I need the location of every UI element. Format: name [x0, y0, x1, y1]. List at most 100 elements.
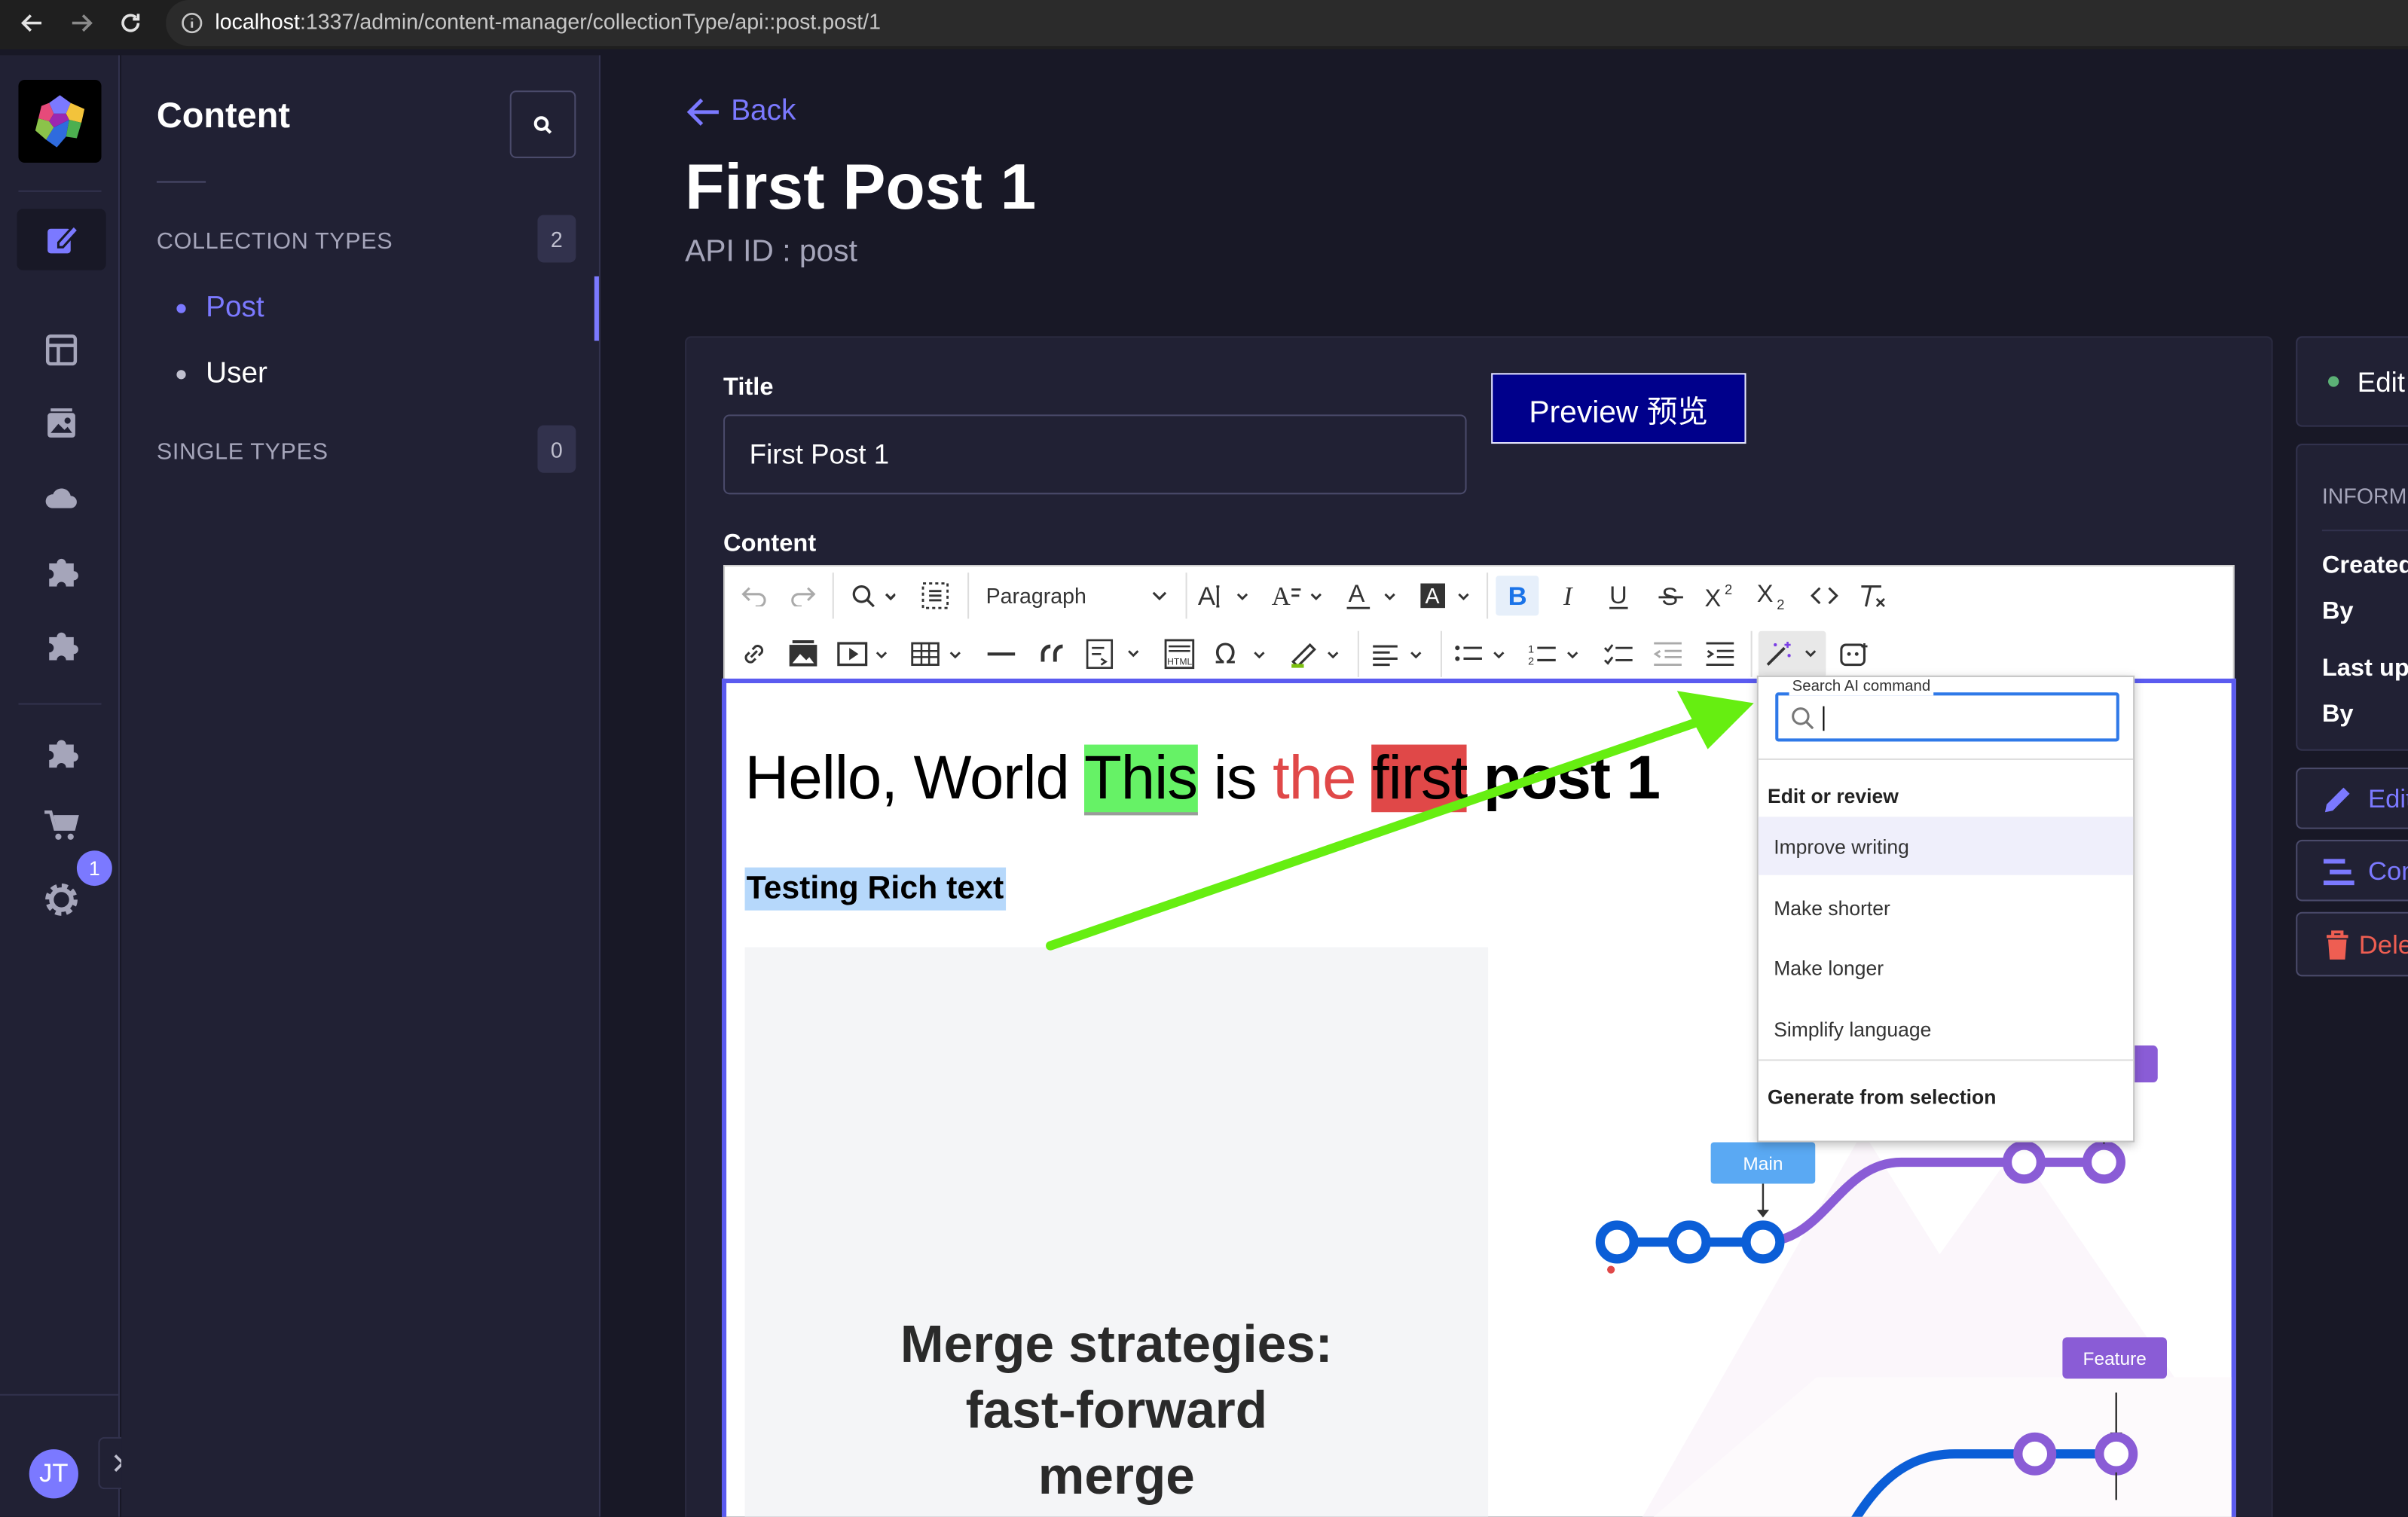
nav-item-label: Post — [206, 291, 264, 325]
ai-search-legend: Search AI command — [1789, 678, 1934, 696]
created-label: Created — [2321, 552, 2408, 579]
preview-button[interactable]: Preview 预览 — [1491, 373, 1746, 444]
edit-button-label: Edit — [2368, 784, 2408, 814]
ai-menu-make-shorter[interactable]: Make shorter — [1759, 878, 2133, 936]
text-cursor — [1823, 706, 1825, 731]
svg-text:A: A — [1272, 582, 1291, 609]
main-branch-tag: Main — [1710, 1142, 1816, 1184]
plugin-puzzle-icon[interactable] — [37, 547, 86, 596]
delete-entry-button[interactable]: Dele — [2296, 911, 2408, 977]
collection-types-label: COLLECTION TYPES — [156, 228, 393, 255]
strapi-logo[interactable] — [18, 79, 102, 163]
edit-model-button[interactable]: Edit — [2296, 768, 2408, 829]
feather-pen-icon — [44, 221, 81, 258]
code-icon[interactable] — [1803, 575, 1846, 615]
font-family-icon[interactable]: A — [1269, 575, 1331, 615]
content-subnav: Content COLLECTION TYPES 2 Post User SIN… — [121, 55, 600, 1517]
ai-menu-improve-writing[interactable]: Improve writing — [1758, 816, 2134, 875]
table-icon[interactable] — [906, 634, 971, 674]
media-embed-icon[interactable] — [833, 634, 897, 674]
subscript-icon[interactable]: X2 — [1751, 575, 1797, 615]
svg-text:A: A — [1349, 582, 1365, 607]
nav-content-manager[interactable] — [17, 209, 106, 270]
ai-menu-make-longer[interactable]: Make longer — [1759, 938, 2133, 996]
user-avatar[interactable]: JT — [29, 1449, 78, 1499]
strikethrough-icon[interactable]: S — [1649, 575, 1692, 615]
horizontal-line-icon[interactable] — [979, 634, 1022, 674]
delete-button-label: Dele — [2358, 930, 2408, 960]
search-icon — [533, 115, 552, 133]
content-label: Content — [723, 531, 817, 557]
select-all-icon[interactable] — [912, 575, 958, 615]
annotation-arrow — [1046, 691, 1754, 951]
find-replace-icon[interactable] — [845, 575, 900, 615]
updated-label: Last up — [2321, 655, 2408, 682]
font-size-icon[interactable]: A — [1195, 575, 1257, 615]
undo-icon[interactable] — [734, 575, 774, 615]
information-panel: INFORM Created By Last up By — [2296, 444, 2408, 751]
nav-item-user[interactable]: User — [121, 344, 600, 406]
back-arrow-icon[interactable] — [18, 9, 46, 37]
configure-button-label: Con — [2368, 856, 2408, 887]
plugins-icon[interactable] — [37, 728, 86, 777]
status-dot — [2328, 376, 2339, 387]
bold-icon[interactable]: B — [1496, 575, 1539, 616]
ai-chat-icon[interactable] — [1834, 634, 1877, 674]
browser-toolbar: localhost:1337/admin/content-manager/col… — [0, 0, 2408, 50]
underline-icon[interactable]: U — [1597, 575, 1640, 615]
configure-view-button[interactable]: Con — [2296, 839, 2408, 902]
bullet — [176, 370, 186, 380]
page-title: First Post 1 — [685, 150, 1037, 223]
ai-section-generate[interactable]: Generate from selection — [1768, 1085, 1996, 1109]
info-icon[interactable] — [182, 12, 203, 34]
url-host: localhost — [215, 9, 301, 34]
nav-item-label: User — [206, 357, 267, 390]
magic-wand-icon — [1766, 641, 1817, 666]
reload-icon[interactable] — [117, 9, 145, 37]
api-id: API ID : post — [685, 234, 857, 269]
superscript-icon[interactable]: X2 — [1698, 575, 1744, 615]
title-label: Title — [723, 374, 774, 401]
settings-gear-icon[interactable] — [37, 875, 86, 924]
status-panel: Edit — [2296, 336, 2408, 427]
cloud-icon[interactable] — [37, 473, 86, 522]
ai-menu-simplify-language[interactable]: Simplify language — [1759, 1000, 2133, 1058]
link-icon[interactable] — [734, 634, 774, 674]
remove-format-icon[interactable] — [1852, 575, 1895, 615]
heading-select[interactable]: Paragraph — [979, 572, 1176, 618]
title-input[interactable]: First Post 1 — [723, 414, 1467, 495]
layout-icon[interactable] — [37, 325, 86, 374]
media-library-icon[interactable] — [37, 399, 86, 448]
search-icon — [1792, 707, 1814, 730]
marketplace-cart-icon[interactable] — [37, 801, 86, 850]
selected-text: Testing Rich text — [744, 867, 1006, 911]
ai-search-input[interactable]: Search AI command — [1775, 678, 2119, 742]
background-color-icon[interactable]: A — [1416, 575, 1477, 615]
italic-icon[interactable]: I — [1548, 575, 1591, 615]
svg-text:I: I — [1563, 582, 1573, 609]
svg-text:S: S — [1661, 582, 1678, 609]
heading-select-value: Paragraph — [986, 583, 1086, 609]
plugin-puzzle-icon[interactable] — [37, 620, 86, 669]
status-label: Edit — [2357, 367, 2405, 398]
image-caption: Merge strategies: fast-forward merge — [900, 1315, 1333, 1506]
merge-strategies-image[interactable]: Merge strategies: fast-forward merge — [744, 947, 1489, 1517]
address-bar[interactable]: localhost:1337/admin/content-manager/col… — [166, 0, 2408, 47]
created-by-label: By — [2321, 598, 2354, 625]
font-color-icon[interactable]: A — [1342, 575, 1404, 615]
back-link[interactable]: Back — [685, 92, 796, 132]
nav-item-post[interactable]: Post — [121, 276, 600, 341]
trash-icon — [2326, 930, 2348, 960]
insert-image-icon[interactable] — [784, 634, 824, 674]
back-label: Back — [731, 95, 796, 128]
redo-icon[interactable] — [784, 575, 824, 615]
svg-text:X: X — [1704, 584, 1721, 609]
title-input-value: First Post 1 — [749, 438, 890, 470]
chevron-down-icon — [1152, 591, 1167, 601]
ai-section-edit-review: Edit or review — [1768, 784, 1899, 808]
forward-arrow-icon[interactable] — [68, 9, 96, 37]
arrow-left-icon — [686, 98, 719, 126]
svg-text:B: B — [1508, 582, 1527, 609]
subnav-search-button[interactable] — [509, 90, 576, 158]
svg-text:X: X — [1757, 580, 1774, 607]
